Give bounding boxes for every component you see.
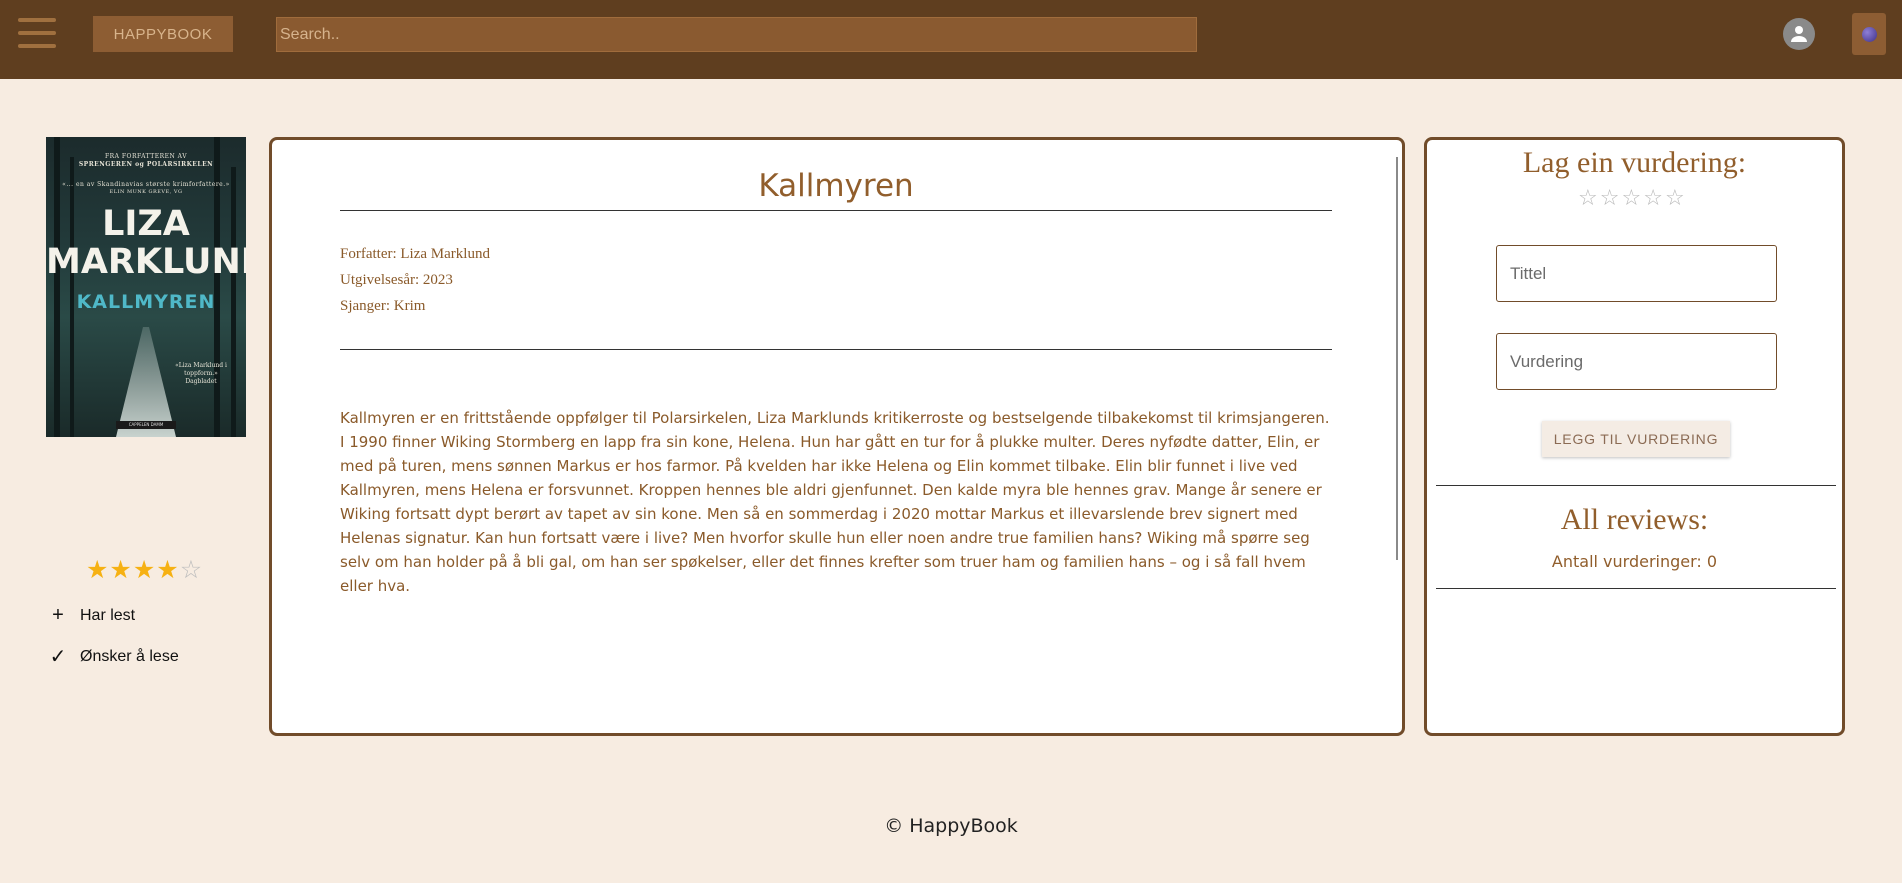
star-empty-icon[interactable]: ☆: [1578, 186, 1600, 211]
want-to-read-label: Ønsker å lese: [80, 647, 179, 665]
review-count: Antall vurderinger: 0: [1551, 552, 1718, 571]
cover-title: KALLMYREN: [76, 291, 216, 313]
all-reviews-heading: All reviews:: [1560, 503, 1709, 536]
purple-orb-icon[interactable]: [1852, 13, 1886, 55]
cover-quote: «Liza Marklund i toppform.» Dagbladet: [175, 362, 227, 385]
book-description: Kallmyren er en frittstående oppfølger t…: [340, 409, 1330, 595]
star-filled-icon: ★: [156, 555, 180, 584]
star-empty-icon[interactable]: ☆: [1621, 186, 1643, 211]
book-author: Forfatter: Liza Marklund: [340, 246, 490, 262]
search-input[interactable]: [276, 17, 1197, 52]
review-panel: Lag ein vurdering: ☆☆☆☆☆ LEGG TIL VURDER…: [1424, 137, 1845, 736]
star-filled-icon: ★: [109, 555, 133, 584]
star-empty-icon: ☆: [179, 555, 204, 584]
book-details-panel: Kallmyren Forfatter: Liza Marklund Utgiv…: [269, 137, 1405, 736]
book-year: Utgivelsesår: 2023: [340, 272, 453, 288]
review-title-input[interactable]: [1496, 245, 1777, 302]
star-filled-icon: ★: [86, 555, 110, 584]
book-title: Kallmyren: [758, 168, 914, 204]
cover-publisher: CAPPELEN DAMM: [116, 421, 176, 429]
book-rating-stars: ★★★★☆: [86, 555, 203, 584]
cover-blurb: «... en av Skandinavias største krimforf…: [62, 181, 230, 188]
star-filled-icon: ★: [132, 555, 157, 584]
check-icon: ✓: [49, 646, 67, 668]
brand-home-button[interactable]: HAPPYBOOK: [93, 16, 233, 52]
divider: [1436, 485, 1836, 486]
hamburger-menu-icon[interactable]: [18, 18, 56, 50]
want-to-read-button[interactable]: ✓ Ønsker å lese: [48, 644, 179, 669]
divider: [340, 349, 1332, 350]
footer-copyright: © HappyBook: [884, 815, 1018, 837]
star-empty-icon[interactable]: ☆: [1643, 186, 1665, 211]
scrollbar[interactable]: [1396, 157, 1398, 560]
top-navigation-bar: HAPPYBOOK: [0, 0, 1902, 79]
review-text-input[interactable]: [1496, 333, 1777, 390]
add-review-button[interactable]: LEGG TIL VURDERING: [1542, 421, 1730, 457]
plus-icon: +: [52, 604, 64, 626]
user-avatar-icon[interactable]: [1783, 18, 1815, 50]
mark-as-read-button[interactable]: + Har lest: [48, 604, 135, 627]
cover-tagline-books: SPRENGEREN og POLARSIRKELEN: [78, 161, 214, 168]
book-genre: Sjanger: Krim: [340, 298, 426, 314]
book-cover-image: FRA FORFATTEREN AV SPRENGEREN og POLARSI…: [46, 137, 246, 437]
mark-as-read-label: Har lest: [80, 606, 136, 624]
cover-tagline: FRA FORFATTEREN AV: [104, 153, 188, 160]
divider: [340, 210, 1332, 211]
star-empty-icon[interactable]: ☆: [1665, 186, 1687, 211]
review-heading: Lag ein vurdering:: [1522, 146, 1747, 179]
cover-author: LIZA MARKLUND: [46, 204, 246, 282]
star-empty-icon[interactable]: ☆: [1600, 186, 1622, 211]
cover-blurb-source: ELIN MUNK GREVE, VG: [109, 189, 183, 195]
review-star-selector[interactable]: ☆☆☆☆☆: [1578, 186, 1687, 211]
divider: [1436, 588, 1836, 589]
